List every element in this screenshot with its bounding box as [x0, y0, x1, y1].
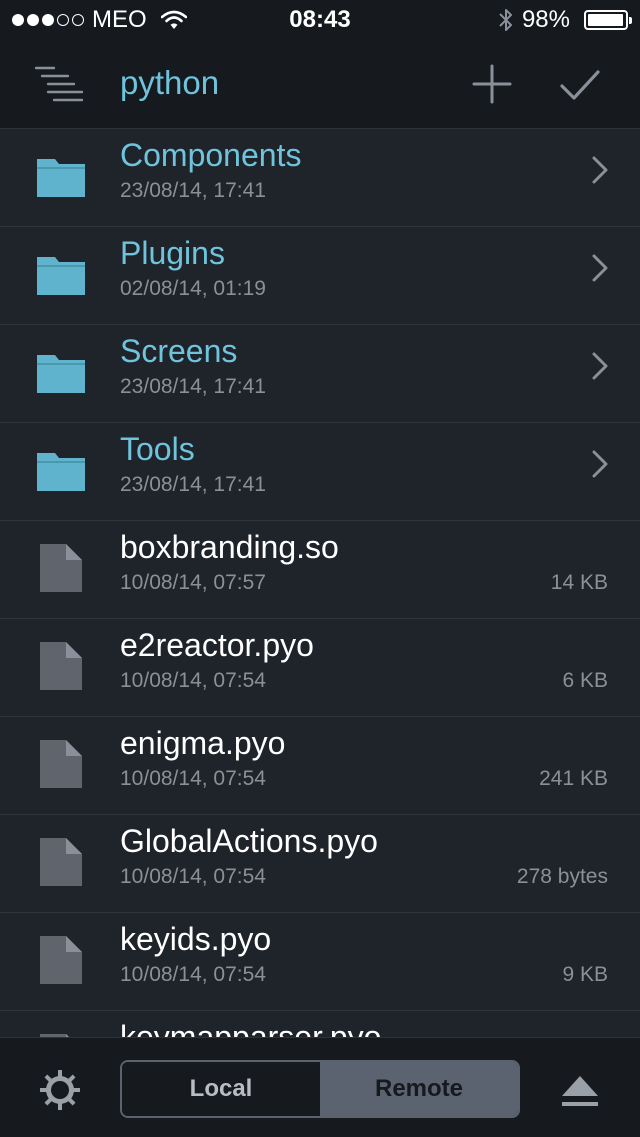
- navigation-bar: python: [0, 40, 640, 129]
- folder-row[interactable]: Screens 23/08/14, 17:41: [0, 325, 640, 423]
- item-date: 10/08/14, 07:54: [120, 767, 266, 790]
- battery-percentage: 98%: [521, 6, 570, 33]
- eject-icon[interactable]: [560, 1068, 600, 1112]
- folder-icon: [36, 151, 86, 201]
- item-name: keymapparser.pyo: [120, 1019, 382, 1037]
- local-remote-segmented-control[interactable]: Local Remote: [120, 1060, 520, 1118]
- signal-dot: [72, 14, 84, 26]
- item-size: 14 KB: [550, 571, 608, 594]
- item-name: boxbranding.so: [120, 529, 339, 565]
- chevron-right-icon: [590, 155, 610, 185]
- status-right: 98%: [498, 6, 640, 34]
- remote-tab[interactable]: Remote: [320, 1062, 518, 1116]
- file-icon: [36, 837, 86, 887]
- battery-level: [588, 14, 624, 26]
- item-name: e2reactor.pyo: [120, 627, 314, 663]
- item-date: 10/08/14, 07:57: [120, 571, 266, 594]
- file-row[interactable]: keyids.pyo 10/08/14, 07:54 9 KB: [0, 913, 640, 1011]
- file-icon: [36, 641, 86, 691]
- folder-icon: [36, 445, 86, 495]
- item-date: 23/08/14, 17:41: [120, 473, 266, 496]
- file-row[interactable]: enigma.pyo 10/08/14, 07:54 241 KB: [0, 717, 640, 815]
- item-name: keyids.pyo: [120, 921, 272, 957]
- item-date: 10/08/14, 07:54: [120, 963, 266, 986]
- file-icon: [36, 935, 86, 985]
- plus-icon[interactable]: [470, 62, 514, 106]
- item-size: 6 KB: [562, 669, 608, 692]
- bottom-toolbar: Local Remote: [0, 1037, 640, 1137]
- file-list[interactable]: Components 23/08/14, 17:41 Plugins 02/08/14…: [0, 129, 640, 1037]
- file-row[interactable]: boxbranding.so 10/08/14, 07:57 14 KB: [0, 521, 640, 619]
- signal-dot: [42, 14, 54, 26]
- item-name: Components: [120, 137, 302, 173]
- file-row[interactable]: GlobalActions.pyo 10/08/14, 07:54 278 byte…: [0, 815, 640, 913]
- chevron-right-icon: [590, 253, 610, 283]
- item-date: 10/08/14, 07:54: [120, 865, 266, 888]
- bluetooth-icon: [499, 9, 512, 31]
- status-left: MEO: [0, 6, 187, 34]
- file-row[interactable]: keymapparser.pyo: [0, 1011, 640, 1037]
- folder-row[interactable]: Tools 23/08/14, 17:41: [0, 423, 640, 521]
- chevron-right-icon: [590, 449, 610, 479]
- item-date: 23/08/14, 17:41: [120, 375, 266, 398]
- status-bar: MEO 08:43 98%: [0, 0, 640, 40]
- carrier-name: MEO: [92, 6, 147, 33]
- folder-icon: [36, 249, 86, 299]
- item-name: Screens: [120, 333, 238, 369]
- item-name: enigma.pyo: [120, 725, 286, 761]
- file-row[interactable]: e2reactor.pyo 10/08/14, 07:54 6 KB: [0, 619, 640, 717]
- local-tab[interactable]: Local: [122, 1062, 320, 1116]
- gear-icon[interactable]: [38, 1068, 82, 1112]
- item-name: Tools: [120, 431, 195, 467]
- item-date: 10/08/14, 07:54: [120, 669, 266, 692]
- list-tree-icon[interactable]: [34, 64, 84, 104]
- folder-row[interactable]: Plugins 02/08/14, 01:19: [0, 227, 640, 325]
- signal-strength-icon: [12, 14, 84, 26]
- item-size: 241 KB: [539, 767, 608, 790]
- checkmark-icon[interactable]: [558, 62, 602, 106]
- battery-icon: [584, 10, 632, 30]
- item-name: Plugins: [120, 235, 225, 271]
- file-icon: [36, 739, 86, 789]
- item-date: 23/08/14, 17:41: [120, 179, 266, 202]
- signal-dot: [27, 14, 39, 26]
- signal-dot: [57, 14, 69, 26]
- folder-row[interactable]: Components 23/08/14, 17:41: [0, 129, 640, 227]
- wifi-icon: [160, 10, 187, 29]
- signal-dot: [12, 14, 24, 26]
- folder-icon: [36, 347, 86, 397]
- item-size: 9 KB: [562, 963, 608, 986]
- item-date: 02/08/14, 01:19: [120, 277, 266, 300]
- page-title: python: [120, 64, 220, 101]
- item-name: GlobalActions.pyo: [120, 823, 378, 859]
- chevron-right-icon: [590, 351, 610, 381]
- item-size: 278 bytes: [516, 865, 608, 888]
- file-icon: [36, 543, 86, 593]
